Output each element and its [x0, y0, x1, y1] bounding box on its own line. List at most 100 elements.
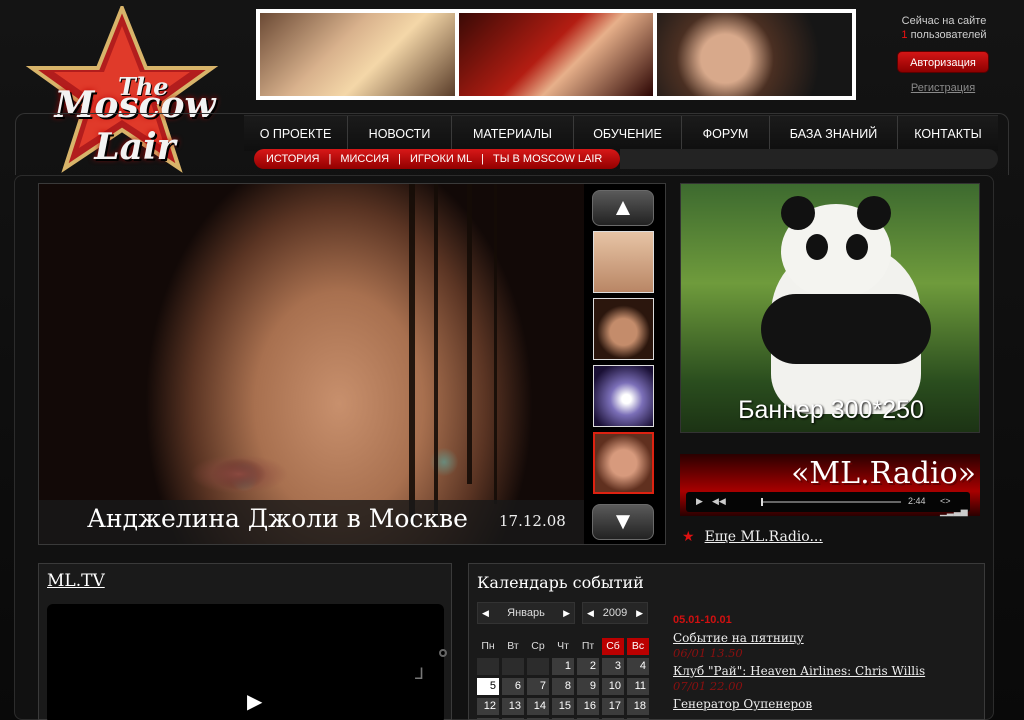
prev-month-icon[interactable]: ◀: [482, 608, 489, 619]
nav-item-about[interactable]: О ПРОЕКТЕ: [244, 116, 348, 152]
calendar-day[interactable]: 9: [577, 678, 599, 695]
ad-label: Баннер 300*250: [738, 396, 924, 424]
radio-player: ▶ ◀◀ 2:44 <> ▁▂▃▅: [686, 492, 970, 516]
hero-date: 17.12.08: [499, 512, 566, 530]
player-status-icon: [439, 649, 447, 657]
calendar-day[interactable]: 10: [602, 678, 624, 695]
events-calendar: Календарь событий ◀ Январь ▶ ◀ 2009 ▶ Пн…: [468, 563, 985, 720]
rewind-icon[interactable]: ◀◀: [712, 496, 726, 507]
month-label: Январь: [507, 607, 545, 619]
online-suffix: пользователей: [910, 29, 987, 41]
events-list: 05.01-10.01 Событие на пятницу 06/01 13.5…: [673, 614, 973, 712]
radio-progress-track[interactable]: [761, 498, 901, 506]
arrow-down-icon[interactable]: ▼: [592, 504, 654, 540]
logo-name-text: Moscow Lair: [54, 84, 216, 168]
weekday-header: Чт: [557, 640, 569, 652]
subnav-track: [620, 149, 998, 169]
play-icon[interactable]: ▶: [696, 496, 703, 507]
radio-title: «ML.Radio»: [791, 456, 976, 491]
calendar-day[interactable]: 16: [577, 698, 599, 715]
page: The Moscow Lair Сейчас на сайте 1 пользо…: [0, 0, 1024, 720]
nav-item-materials[interactable]: МАТЕРИАЛЫ: [452, 116, 574, 152]
hero-photo-detail: [494, 184, 497, 504]
calendar-day[interactable]: 5: [477, 678, 499, 695]
calendar-day[interactable]: 3: [602, 658, 624, 675]
radio-progress-handle[interactable]: [761, 498, 763, 506]
site-logo[interactable]: The Moscow Lair: [22, 2, 242, 176]
calendar-day[interactable]: 13: [502, 698, 524, 715]
subnav-item-mission[interactable]: МИССИЯ: [340, 153, 389, 165]
panda-illustration: [781, 196, 815, 230]
online-users: Сейчас на сайте 1 пользователей: [886, 14, 1002, 42]
hero-thumb-2[interactable]: [593, 298, 654, 360]
subnav-separator: |: [398, 153, 401, 165]
calendar-day[interactable]: 18: [627, 698, 649, 715]
calendar-day[interactable]: 7: [527, 678, 549, 695]
hero-photo-detail: [434, 184, 438, 524]
nav-item-learning[interactable]: ОБУЧЕНИЕ: [574, 116, 682, 152]
calendar-empty-cell: [477, 658, 499, 675]
banner-photo-2[interactable]: [458, 13, 654, 96]
hero-thumb-3[interactable]: [593, 365, 654, 427]
online-label: Сейчас на сайте: [901, 15, 987, 27]
year-label: 2009: [602, 607, 628, 619]
volume-icon[interactable]: <> ▁▂▃▅: [940, 496, 970, 517]
event-title[interactable]: Клуб "Рай": Heaven Airlines: Chris Willi…: [673, 664, 973, 679]
next-month-icon[interactable]: ▶: [563, 608, 570, 619]
panda-illustration: [806, 234, 828, 260]
calendar-day[interactable]: 4: [627, 658, 649, 675]
weekday-header: Вс: [627, 638, 649, 655]
ml-tv-panel: ML.TV ▶ ⅃: [38, 563, 452, 720]
weekday-header: Пт: [581, 640, 595, 652]
banner-photo-1[interactable]: [260, 13, 455, 96]
calendar-day[interactable]: 2: [577, 658, 599, 675]
register-link[interactable]: Регистрация: [897, 82, 989, 94]
calendar-day[interactable]: 11: [627, 678, 649, 695]
panda-illustration: [846, 234, 868, 260]
calendar-day[interactable]: 1: [552, 658, 574, 675]
month-selector: ◀ Январь ▶: [477, 602, 575, 624]
ml-radio-widget: «ML.Radio» ▶ ◀◀ 2:44 <> ▁▂▃▅: [680, 454, 980, 516]
hero-thumb-4-active[interactable]: [593, 432, 654, 494]
event-title[interactable]: Генератор Оупенеров: [673, 697, 973, 712]
next-year-icon[interactable]: ▶: [636, 608, 643, 619]
panda-illustration: [761, 294, 931, 364]
calendar-day[interactable]: 17: [602, 698, 624, 715]
calendar-day[interactable]: 15: [552, 698, 574, 715]
calendar-day[interactable]: 12: [477, 698, 499, 715]
login-button[interactable]: Авторизация: [897, 51, 989, 73]
calendar-title: Календарь событий: [477, 573, 644, 592]
calendar-day[interactable]: 14: [527, 698, 549, 715]
subnav-separator: |: [481, 153, 485, 165]
calendar-day[interactable]: 8: [552, 678, 574, 695]
ad-banner-300x250[interactable]: Баннер 300*250: [680, 183, 980, 433]
arrow-up-icon[interactable]: ▲: [592, 190, 654, 226]
hero-photo-detail: [409, 184, 415, 524]
nav-item-forum[interactable]: ФОРУМ: [682, 116, 770, 152]
calendar-day[interactable]: 6: [502, 678, 524, 695]
hero-photo[interactable]: [39, 184, 584, 544]
event-title[interactable]: Событие на пятницу: [673, 631, 973, 646]
more-radio-link[interactable]: ★ Еще ML.Radio...: [682, 529, 823, 545]
tv-video-player[interactable]: ▶ ⅃: [47, 604, 447, 720]
prev-year-icon[interactable]: ◀: [587, 608, 594, 619]
weekday-header: Вт: [507, 640, 519, 652]
banner-photo-3[interactable]: [657, 13, 853, 96]
tv-title[interactable]: ML.TV: [47, 571, 105, 591]
star-icon: ★: [682, 529, 695, 545]
nav-item-knowledge-base[interactable]: БАЗА ЗНАНИЙ: [770, 116, 898, 152]
nav-item-contacts[interactable]: КОНТАКТЫ: [898, 116, 998, 152]
main-nav: О ПРОЕКТЕ НОВОСТИ МАТЕРИАЛЫ ОБУЧЕНИЕ ФОР…: [244, 115, 998, 152]
play-icon[interactable]: ▶: [247, 689, 262, 714]
nav-item-news[interactable]: НОВОСТИ: [348, 116, 452, 152]
hero-title[interactable]: Анджелина Джоли в Москве: [87, 504, 468, 533]
weekday-header: Пн: [481, 640, 495, 652]
subnav-item-players[interactable]: ИГРОКИ ML: [410, 153, 472, 165]
weekday-header: Ср: [531, 640, 545, 652]
subnav-item-you-in-lair[interactable]: ТЫ В MOSCOW LAIR: [493, 153, 602, 165]
more-radio-label: Еще ML.Radio...: [704, 529, 823, 545]
calendar-empty-cell: [502, 658, 524, 675]
subnav-item-history[interactable]: ИСТОРИЯ: [266, 153, 319, 165]
hero-thumb-1[interactable]: [593, 231, 654, 293]
sub-nav: ИСТОРИЯ | МИССИЯ | ИГРОКИ ML | ТЫ В MOSC…: [254, 149, 620, 169]
